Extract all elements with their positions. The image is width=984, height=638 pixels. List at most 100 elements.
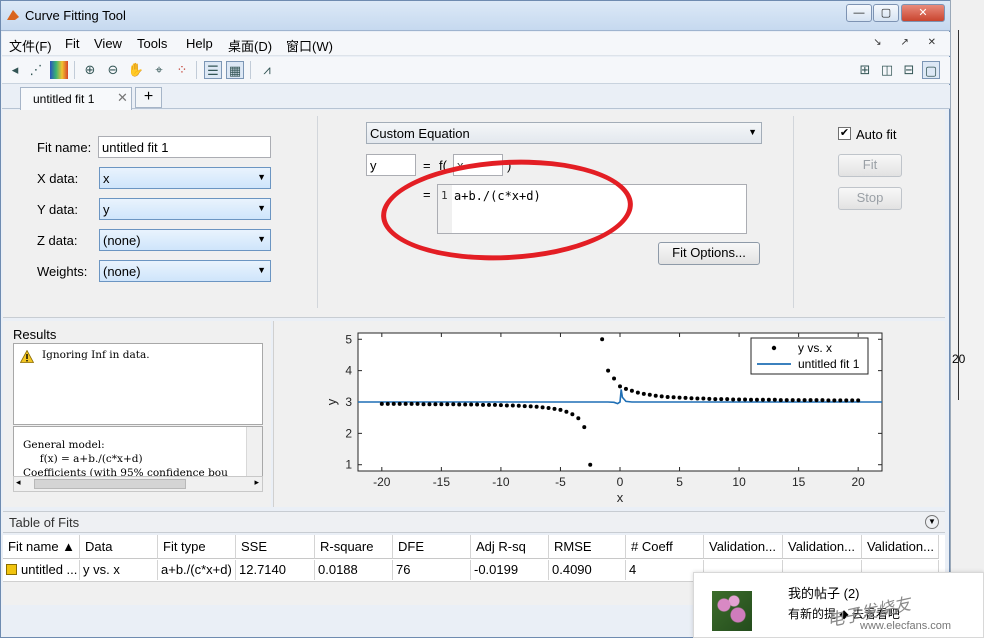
table-row-fit-name[interactable]: untitled ... <box>3 560 80 580</box>
residuals-icon[interactable]: ⩘ <box>258 61 276 79</box>
fit-plot[interactable]: -20 -15 -10 -5 0 5 10 15 20 1 2 3 4 5 x y y vs. x untitle… <box>274 321 946 507</box>
background-figure-axes <box>958 30 984 400</box>
results-message-box[interactable]: Ignoring Inf in data. <box>13 343 263 425</box>
data-point <box>481 402 486 407</box>
menu-window[interactable]: 窗口(W) <box>286 36 333 55</box>
data-point <box>701 396 706 401</box>
data-cursor-icon[interactable]: ⌖ <box>150 61 168 79</box>
results-title: Results <box>13 327 57 342</box>
column-header[interactable]: R-square <box>315 535 393 559</box>
dock-controls[interactable]: ↘ ↗ ✕ <box>873 37 944 48</box>
grid-icon[interactable]: ▦ <box>226 61 244 79</box>
zoom-in-icon[interactable]: ⊕ <box>81 61 99 79</box>
data-point <box>731 397 736 402</box>
column-header[interactable]: RMSE <box>549 535 626 559</box>
red-circle-annotation <box>378 153 636 267</box>
layout-single-icon[interactable]: ▢ <box>922 61 940 79</box>
scrollbar-thumb[interactable] <box>34 479 186 489</box>
maximize-button[interactable]: ▢ <box>873 4 899 22</box>
stop-button[interactable]: Stop <box>838 187 902 210</box>
data-point <box>856 398 861 403</box>
table-cell[interactable]: 0.0188 <box>315 560 393 580</box>
panel-divider <box>317 116 318 308</box>
y-tick-label: 3 <box>345 395 352 409</box>
table-of-fits-header[interactable]: Table of Fits ▼ <box>3 511 945 533</box>
menu-desktop[interactable]: 桌面(D) <box>228 36 272 55</box>
table-cell[interactable]: a+b./(c*x+d) <box>158 560 236 580</box>
column-header[interactable]: Fit name ▲ <box>3 535 80 559</box>
column-header[interactable]: SSE <box>236 535 315 559</box>
legend-icon[interactable]: ☰ <box>204 61 222 79</box>
tab-close-icon[interactable]: ✕ <box>117 90 128 106</box>
layout-rows-icon[interactable]: ⊟ <box>900 61 918 79</box>
table-horizontal-scrollbar[interactable] <box>3 581 703 605</box>
title-bar[interactable]: Curve Fitting Tool — ▢ ✕ <box>1 1 951 31</box>
z-data-select[interactable]: (none) ▼ <box>99 229 271 251</box>
column-header[interactable]: Adj R-sq <box>471 535 549 559</box>
column-header[interactable]: DFE <box>393 535 471 559</box>
data-point <box>772 397 777 402</box>
table-cell[interactable]: -0.0199 <box>471 560 549 580</box>
toolbar-separator <box>250 61 251 79</box>
data-point <box>439 402 444 407</box>
pan-icon[interactable]: ✋ <box>127 61 145 79</box>
dependent-variable-input[interactable]: y <box>366 154 416 176</box>
column-header[interactable]: Validation... <box>862 535 939 559</box>
column-header[interactable]: Fit type <box>158 535 236 559</box>
y-data-select[interactable]: y ▼ <box>99 198 271 220</box>
arrow-left-icon[interactable]: ◂ <box>6 61 24 79</box>
x-tick-label: 5 <box>676 475 683 489</box>
table-cell[interactable]: 12.7140 <box>236 560 315 580</box>
x-tick-label: 20 <box>852 475 866 489</box>
scroll-left-icon[interactable]: ◂ <box>16 477 21 488</box>
x-data-select[interactable]: x ▼ <box>99 167 271 189</box>
data-point <box>558 407 563 412</box>
x-tick-label: 15 <box>792 475 806 489</box>
fit-type-select[interactable]: Custom Equation ▼ <box>366 122 762 144</box>
exclude-outliers-icon[interactable]: ⁘ <box>173 61 191 79</box>
color-map-icon[interactable] <box>50 61 68 79</box>
minimize-button[interactable]: — <box>846 4 872 22</box>
plot-data-icon[interactable]: ⋰ <box>27 61 45 79</box>
table-cell[interactable]: 76 <box>393 560 471 580</box>
data-point <box>629 388 634 393</box>
menu-view[interactable]: View <box>94 36 122 51</box>
menu-tools[interactable]: Tools <box>137 36 167 51</box>
column-header[interactable]: Data <box>80 535 158 559</box>
fit-options-button[interactable]: Fit Options... <box>658 242 760 265</box>
table-cell[interactable]: 0.4090 <box>549 560 626 580</box>
results-vertical-scrollbar[interactable] <box>246 427 262 477</box>
fit-name-input[interactable]: untitled fit 1 <box>98 136 271 158</box>
column-header[interactable]: Validation... <box>783 535 862 559</box>
add-tab-button[interactable]: + <box>135 87 162 108</box>
table-cell[interactable]: y vs. x <box>80 560 158 580</box>
y-data-label: Y data: <box>37 202 78 217</box>
column-header[interactable]: Validation... <box>704 535 783 559</box>
data-point <box>421 402 426 407</box>
weights-value: (none) <box>103 264 141 279</box>
scroll-right-icon[interactable]: ▸ <box>254 477 259 488</box>
column-header[interactable]: # Coeff <box>626 535 704 559</box>
layout-quad-icon[interactable]: ⊞ <box>856 61 874 79</box>
data-point <box>850 398 855 403</box>
layout-columns-icon[interactable]: ◫ <box>878 61 896 79</box>
data-point <box>653 393 658 398</box>
auto-fit-checkbox[interactable]: ✔ <box>838 127 851 140</box>
data-point <box>576 416 581 421</box>
weights-select[interactable]: (none) ▼ <box>99 260 271 282</box>
zoom-out-icon[interactable]: ⊖ <box>104 61 122 79</box>
results-horizontal-scrollbar[interactable]: ◂ ▸ <box>13 476 263 492</box>
menu-help[interactable]: Help <box>186 36 213 51</box>
y-tick-label: 5 <box>345 332 352 346</box>
notification-title[interactable]: 我的帖子 (2) <box>788 583 860 602</box>
background-tick-label: 20 <box>952 352 966 366</box>
menu-file[interactable]: 文件(F) <box>9 36 52 55</box>
data-point <box>838 398 843 403</box>
x-axis-label: x <box>617 490 624 505</box>
fit-button[interactable]: Fit <box>838 154 902 177</box>
collapse-icon[interactable]: ▼ <box>925 515 939 529</box>
close-button[interactable]: ✕ <box>901 4 945 22</box>
menu-fit[interactable]: Fit <box>65 36 79 51</box>
y-tick-label: 2 <box>345 426 352 440</box>
tab-untitled-fit-1[interactable]: untitled fit 1 ✕ <box>20 87 132 110</box>
